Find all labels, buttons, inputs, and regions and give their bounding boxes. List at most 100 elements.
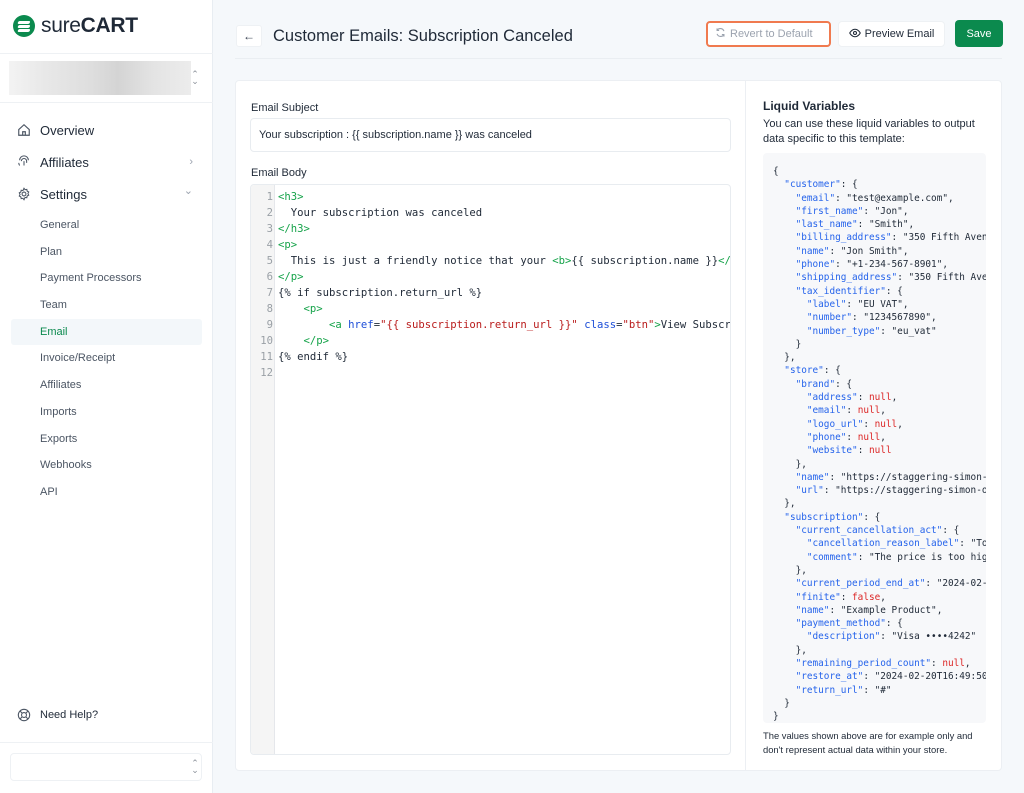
- back-button[interactable]: ←: [236, 25, 262, 47]
- json-token: "number": [806, 312, 853, 324]
- line-number: 8: [266, 303, 273, 315]
- sidebar-item-invoice-receipt[interactable]: Invoice/Receipt: [0, 345, 202, 372]
- json-token: },: [773, 564, 807, 576]
- json-token: : "Jon Smith",: [829, 245, 909, 257]
- store-switcher[interactable]: [9, 61, 191, 95]
- sidebar-divider: [0, 102, 213, 103]
- chevron-up-down-icon[interactable]: ⌃ ⌄: [190, 70, 200, 86]
- code-line[interactable]: 3 </h3>: [251, 221, 730, 237]
- account-switcher[interactable]: [10, 753, 202, 781]
- sidebar-item-api[interactable]: API: [0, 479, 202, 506]
- line-number: 4: [266, 239, 273, 251]
- code-line[interactable]: 8 <p>: [251, 301, 730, 317]
- json-line: "phone": "+1-234-567-8901",: [763, 258, 986, 271]
- json-token: {: [773, 166, 779, 177]
- json-token: "restore_at": [795, 671, 864, 683]
- chevron-right-icon: ›: [189, 156, 193, 168]
- code-line[interactable]: 2 Your subscription was canceled: [251, 205, 730, 221]
- code-token: <a: [329, 319, 349, 331]
- line-number: 12: [260, 367, 273, 379]
- sidebar-item-imports[interactable]: Imports: [0, 399, 202, 426]
- json-line: "remaining_period_count": null,: [763, 657, 986, 670]
- json-token: "store": [784, 365, 824, 377]
- json-token: null: [942, 657, 965, 669]
- sidebar-item-plan[interactable]: Plan: [0, 239, 202, 266]
- code-line[interactable]: 10 </p>: [251, 333, 730, 349]
- line-number: 7: [266, 287, 273, 299]
- email-body-code-editor[interactable]: 1 <h3> 2 Your subscription was canceled 3 </…: [250, 184, 731, 755]
- need-help-link[interactable]: Need Help?: [17, 708, 98, 722]
- sidebar-item-payment-processors[interactable]: Payment Processors: [0, 265, 202, 292]
- json-token: "description": [806, 631, 881, 643]
- json-token: "name": [795, 245, 830, 257]
- email-subject-input[interactable]: [250, 118, 731, 152]
- sidebar-item-overview[interactable]: Overview: [0, 114, 213, 146]
- json-line: "current_cancellation_act": {: [763, 524, 986, 537]
- liquid-variables-json[interactable]: { "customer": { "email": "test@example.c…: [763, 153, 986, 723]
- json-token: :: [840, 591, 853, 603]
- code-line[interactable]: 9 <a href="{{ subscription.return_url }}…: [251, 317, 730, 333]
- json-token: "logo_url": [806, 418, 864, 430]
- json-token: "phone": [795, 259, 836, 271]
- code-line[interactable]: 1 <h3>: [251, 189, 730, 205]
- code-token: </b>: [718, 255, 730, 267]
- code-line[interactable]: 4 <p>: [251, 237, 730, 253]
- json-token: : "2024-02-: [925, 578, 986, 590]
- code-line[interactable]: 5 This is just a friendly notice that yo…: [251, 253, 730, 269]
- code-token: <p>: [303, 303, 323, 315]
- code-token: </p>: [303, 335, 330, 347]
- code-token: {% endif %}: [278, 351, 349, 363]
- code-line[interactable]: 6 </p>: [251, 269, 730, 285]
- sidebar-item-settings[interactable]: Settings ⌄: [0, 178, 213, 210]
- code-line[interactable]: 12: [251, 365, 730, 381]
- json-token: : {: [835, 378, 853, 390]
- json-token: : "Smith",: [857, 219, 915, 231]
- sidebar-item-affiliates[interactable]: Affiliates ›: [0, 146, 213, 178]
- fingerprint-icon: [17, 155, 31, 169]
- sidebar-item-exports[interactable]: Exports: [0, 426, 202, 453]
- sidebar-item-webhooks[interactable]: Webhooks: [0, 452, 202, 479]
- code-line[interactable]: 7 {% if subscription.return_url %}: [251, 285, 730, 301]
- code-token: <p>: [278, 239, 298, 251]
- code-lines: 1 <h3> 2 Your subscription was canceled 3 </…: [251, 189, 730, 381]
- code-text: This is just a friendly notice that your…: [273, 253, 730, 269]
- line-number: 3: [266, 223, 273, 235]
- json-line: "store": {: [763, 364, 986, 377]
- code-token: "{{ subscription.return_url }}": [380, 319, 578, 331]
- json-token: : {: [823, 365, 841, 377]
- json-line: }: [763, 338, 986, 351]
- code-line[interactable]: 11 {% endif %}: [251, 349, 730, 365]
- json-line: "name": "Jon Smith",: [763, 245, 986, 258]
- json-line: }: [763, 710, 986, 723]
- sidebar-item-general[interactable]: General: [0, 212, 202, 239]
- json-line: "last_name": "Smith",: [763, 218, 986, 231]
- sidebar-item-email[interactable]: Email: [11, 318, 202, 346]
- json-line: "customer": {: [763, 178, 986, 191]
- save-button[interactable]: Save: [955, 20, 1003, 47]
- json-token: :: [857, 445, 869, 457]
- revert-to-default-button[interactable]: Revert to Default: [706, 21, 831, 47]
- json-line: "finite": false,: [763, 591, 986, 604]
- code-text: </h3>: [273, 221, 310, 237]
- preview-email-button[interactable]: Preview Email: [838, 21, 945, 47]
- json-token: :: [846, 431, 858, 443]
- sidebar-item-team[interactable]: Team: [0, 292, 202, 319]
- json-token: : "https://staggering-simon-o: [823, 485, 986, 497]
- arrow-left-icon: ←: [243, 29, 255, 43]
- json-line: "name": "https://staggering-simon-o: [763, 471, 986, 484]
- surecart-logo[interactable]: sureCART: [13, 14, 138, 38]
- line-number: 1: [266, 191, 273, 203]
- chevron-up-down-icon[interactable]: ⌃ ⌄: [190, 759, 200, 775]
- json-line: "label": "EU VAT",: [763, 298, 986, 311]
- json-token: : "test@example.com",: [835, 192, 954, 204]
- sidebar-item-affiliates-settings[interactable]: Affiliates: [0, 372, 202, 399]
- json-token: "current_period_end_at": [795, 578, 926, 590]
